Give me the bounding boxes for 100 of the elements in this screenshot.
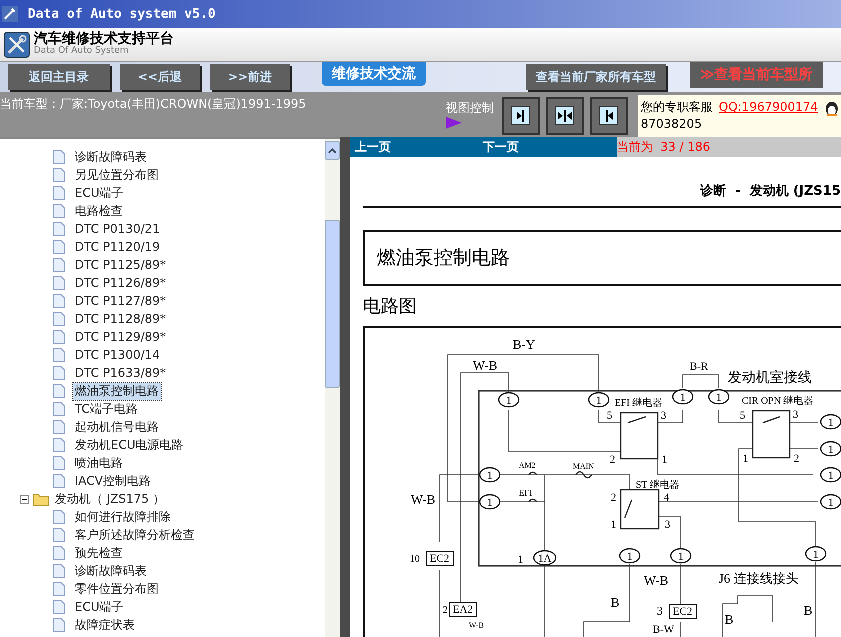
arrow-right-bar-icon: [511, 106, 531, 126]
fuse-symbol: [528, 472, 538, 476]
nav-button[interactable]: <<后退: [120, 64, 200, 90]
qq-link[interactable]: QQ:1967900174: [719, 100, 818, 116]
tree-item[interactable]: DTC P1126/89*: [73, 276, 168, 290]
connector: 1: [672, 389, 694, 405]
connector: 1: [805, 546, 827, 562]
tree-item[interactable]: ECU端子: [73, 598, 126, 616]
tree-item[interactable]: 喷油电路: [73, 454, 125, 472]
diagram-label: B-R: [690, 361, 708, 373]
diagram-label: 2: [610, 454, 616, 466]
tree-item[interactable]: 发动机ECU电源电路: [73, 436, 186, 454]
scroll-up-button[interactable]: [325, 141, 340, 160]
diagram-label: ST 继电器: [636, 480, 680, 491]
view-button[interactable]: [590, 97, 628, 135]
connector: 1: [820, 467, 841, 483]
document-icon: [53, 456, 65, 470]
document-icon: [53, 366, 65, 380]
document-icon: [53, 348, 65, 362]
document-icon: [53, 222, 65, 236]
tree-item[interactable]: 故障症状表: [73, 616, 137, 634]
document-icon: [53, 546, 65, 560]
document-icon: [53, 600, 65, 614]
relay-symbol: [620, 489, 660, 530]
diagram-label: B: [804, 603, 813, 618]
document-icon: [53, 474, 65, 488]
tree-item[interactable]: 预先检查: [73, 544, 125, 562]
document-icon: [53, 420, 65, 434]
tree-item[interactable]: DTC P1633/89*: [73, 366, 168, 380]
diagram-label: AM2: [519, 461, 536, 470]
tree-item[interactable]: 起动机信号电路: [73, 418, 161, 436]
tools-logo-icon: [4, 32, 30, 58]
section-heading: 电路图: [363, 295, 418, 318]
previous-page-link[interactable]: 上一页: [355, 138, 391, 156]
current-model-text: 当前车型：厂家:Toyota(丰田)CROWN(皇冠)1991-1995: [0, 96, 308, 113]
diagram-label: W-B: [473, 358, 498, 373]
collapse-icon[interactable]: [20, 494, 29, 504]
diagram-label: 3: [661, 410, 666, 422]
view-button[interactable]: [546, 97, 584, 135]
view-control-label: 视图控制: [446, 100, 494, 117]
connector: 1: [498, 392, 520, 408]
document-icon: [53, 384, 65, 398]
diagram-label: MAIN: [573, 462, 594, 471]
document-icon: [53, 330, 65, 344]
tree-folder[interactable]: 发动机（ JZS175 ）: [53, 490, 167, 508]
diagram-label: B: [725, 612, 734, 627]
tree-item[interactable]: DTC P1300/14: [73, 348, 162, 362]
diagram-label: 1: [743, 453, 748, 465]
nav-button[interactable]: 维修技术交流: [322, 62, 426, 86]
document-icon: [53, 168, 65, 182]
chevron-up-icon: [328, 148, 337, 154]
document-icon: [53, 402, 65, 416]
tree-item[interactable]: 诊断故障码表: [73, 562, 149, 580]
tree-item[interactable]: DTC P1127/89*: [73, 294, 168, 308]
nav-button[interactable]: >>前进: [210, 64, 290, 90]
diagram-label: 2: [443, 605, 448, 616]
tree-item[interactable]: 电路检查: [73, 202, 125, 220]
diagram-label: 发动机室接线: [728, 371, 812, 386]
tree-item[interactable]: DTC P1120/19: [73, 240, 162, 254]
nav-button[interactable]: 查看当前厂家所有车型: [526, 64, 666, 90]
diagram-label: 2: [794, 453, 800, 465]
diagram-label: 5: [607, 410, 612, 422]
connector-label: EC2: [426, 552, 454, 566]
diagram-label: 1: [518, 554, 524, 566]
diagram-label: W-B: [469, 621, 484, 630]
diagram-label: W-B: [644, 573, 669, 588]
tree-item[interactable]: DTC P1128/89*: [73, 312, 168, 326]
tree-item[interactable]: 燃油泵控制电路: [73, 382, 161, 400]
tree-item[interactable]: 如何进行故障排除: [73, 508, 173, 526]
scroll-thumb[interactable]: [325, 220, 340, 388]
tree-item[interactable]: 零件位置分布图: [73, 580, 161, 598]
tree-item[interactable]: ECU端子: [73, 184, 126, 202]
diagram-label: 1: [611, 519, 616, 531]
document-icon: [53, 258, 65, 272]
service-label: 您的专职客服: [641, 100, 713, 116]
connector: 1: [588, 392, 610, 408]
document-icon: [53, 294, 65, 308]
tree-item[interactable]: TC端子电路: [73, 400, 140, 418]
nav-button[interactable]: 返回主目录: [8, 64, 110, 90]
diagram-label: 3: [793, 409, 798, 421]
connector: 1: [479, 494, 501, 510]
tree-item[interactable]: DTC P1125/89*: [73, 258, 168, 272]
view-button[interactable]: [502, 97, 540, 135]
relay-symbol: [620, 412, 659, 460]
diagram-label: B: [611, 595, 620, 610]
diagram-label: EFI: [519, 488, 532, 498]
tree-item[interactable]: 诊断故障码表: [73, 148, 149, 166]
diagram-label: 2: [611, 492, 616, 504]
tree-item[interactable]: IACV控制电路: [73, 472, 154, 490]
connector: 1: [479, 467, 501, 483]
connector: 1: [619, 548, 641, 564]
tree-item[interactable]: DTC P0130/21: [73, 222, 162, 236]
tree-item[interactable]: 另见位置分布图: [73, 166, 161, 184]
tree-item[interactable]: 客户所述故障分析检查: [73, 526, 197, 544]
diagram-label: 3: [665, 519, 670, 531]
tree-item[interactable]: DTC P1129/89*: [73, 330, 168, 344]
relay-symbol: [752, 410, 791, 459]
folder-icon: [33, 492, 49, 506]
diagram-label: 5: [740, 410, 746, 422]
next-page-link[interactable]: 下一页: [483, 138, 519, 156]
